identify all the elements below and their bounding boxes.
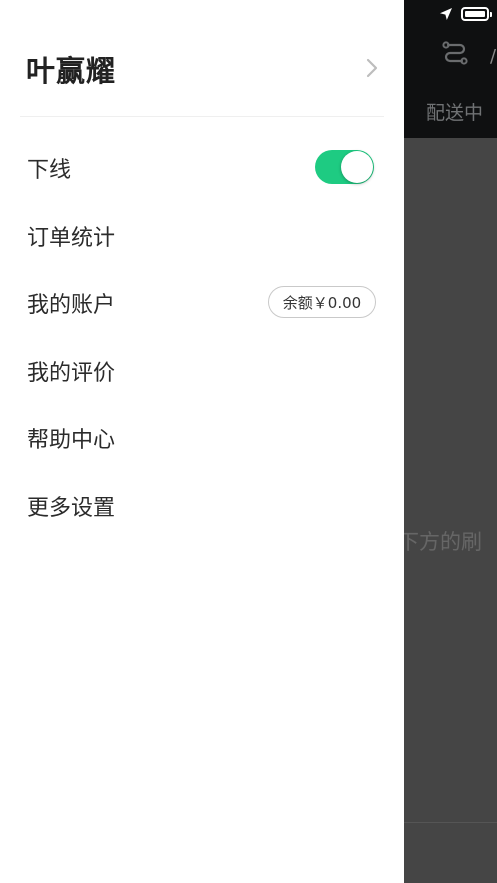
menu-item-my-reviews[interactable]: 我的评价: [0, 341, 404, 401]
menu-item-my-account[interactable]: 我的账户 余额￥0.00: [0, 273, 404, 333]
location-arrow-icon: [440, 8, 452, 20]
side-drawer: 叶赢耀 下线 订单统计 我的账户 余额￥0.00 我的评价 帮助中心 更多设置: [0, 0, 404, 883]
battery-icon: [461, 7, 492, 21]
more-settings-label: 更多设置: [27, 496, 116, 521]
background-divider: [404, 822, 497, 823]
my-account-label: 我的账户: [27, 293, 116, 318]
profile-divider: [20, 116, 384, 117]
profile-row[interactable]: 叶赢耀: [0, 34, 404, 104]
my-reviews-label: 我的评价: [27, 361, 116, 386]
menu-item-order-stats[interactable]: 订单统计: [0, 206, 404, 266]
partial-icon: /: [490, 46, 497, 66]
user-name: 叶赢耀: [26, 54, 117, 88]
order-stats-label: 订单统计: [27, 226, 116, 251]
menu-item-more-settings[interactable]: 更多设置: [0, 476, 404, 536]
balance-badge: 余额￥0.00: [268, 286, 376, 318]
status-bar: [439, 4, 492, 24]
offline-label: 下线: [27, 158, 72, 183]
menu-item-help-center[interactable]: 帮助中心: [0, 408, 404, 468]
route-icon: [442, 41, 468, 65]
chevron-right-icon: [366, 58, 378, 78]
menu-item-offline: 下线: [0, 138, 404, 198]
help-center-label: 帮助中心: [27, 428, 116, 453]
tab-delivering[interactable]: 配送中: [426, 98, 483, 125]
offline-toggle[interactable]: [315, 150, 374, 184]
toggle-knob: [341, 151, 373, 183]
background-hint-text: 下方的刷: [398, 530, 482, 554]
